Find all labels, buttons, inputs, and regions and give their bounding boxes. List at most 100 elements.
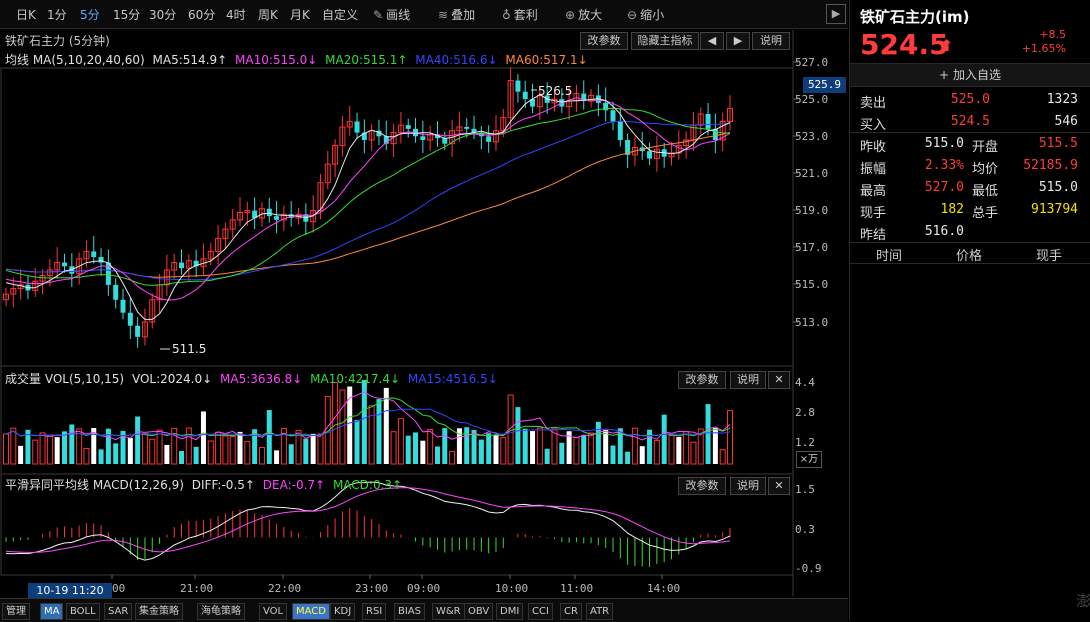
tab-wr[interactable]: W&R [432, 603, 465, 620]
stat-row-current-lots: 现手 182 总手 913794 [850, 199, 1090, 221]
volume-bar [683, 431, 690, 465]
y-tick-523: 523.0 [795, 130, 829, 143]
zoom-in-icon: ⊕ [565, 8, 576, 22]
volume-bar [229, 435, 236, 465]
volume-bar [244, 441, 251, 465]
arbitrage-tool[interactable]: ♁ 套利 [502, 6, 538, 23]
period-daily[interactable]: 日K [16, 6, 36, 23]
tab-cci[interactable]: CCI [528, 603, 553, 620]
time-label-2100: 21:00 [180, 582, 214, 595]
tab-obv[interactable]: OBV [464, 603, 494, 620]
volume-bar [274, 450, 280, 464]
volume-bar [83, 447, 90, 465]
volume-bar [127, 437, 133, 464]
period-4hour[interactable]: 4时 [226, 6, 246, 23]
volume-bar [113, 443, 119, 464]
zoom-out-tool[interactable]: ⊖ 缩小 [627, 6, 664, 23]
volume-close-button[interactable]: ✕ [768, 371, 790, 389]
vol-tick-1-2: 1.2 [795, 436, 815, 449]
stat-label: 总手 [972, 206, 999, 221]
volume-bar [719, 449, 726, 465]
stat-label: 均价 [972, 162, 999, 177]
macd-tick-0-3: 0.3 [795, 523, 815, 536]
tab-ma[interactable]: MA [40, 603, 64, 620]
tab-bias[interactable]: BIAS [394, 603, 425, 620]
time-cursor-label: 10-19 11:20 [28, 583, 112, 598]
tab-jijin-strategy[interactable]: 集金策略 [135, 603, 183, 620]
tab-turtle-strategy[interactable]: 海龟策略 [197, 603, 245, 620]
candle-body-down [647, 151, 653, 159]
kline-chart-area[interactable] [0, 30, 848, 596]
volume-bar [515, 407, 521, 464]
volume-bar [625, 451, 631, 464]
stat-row-amplitude: 振幅 2.33% 均价 52185.9 [850, 155, 1090, 177]
volume-bar [493, 434, 499, 464]
volume-bar [668, 434, 675, 465]
candle-body-down [120, 299, 126, 313]
tab-kdj[interactable]: KDJ [330, 603, 356, 620]
instrument-name: 铁矿石主力(im) [860, 8, 970, 26]
tab-rsi[interactable]: RSI [362, 603, 387, 620]
tab-boll[interactable]: BOLL [66, 603, 100, 620]
tab-manage[interactable]: 管理 [2, 603, 30, 620]
money-bag-icon: ♁ [502, 8, 511, 22]
volume-bar [405, 435, 411, 464]
volume-bar [98, 449, 104, 464]
high-price-label: 526.5 [538, 84, 573, 98]
candle-body-down [486, 136, 492, 142]
macd-edit-params-button[interactable]: 改参数 [678, 477, 726, 495]
draw-line-tool[interactable]: ✎ 画线 [373, 6, 410, 23]
volume-bar [69, 424, 75, 464]
last-price: 524.5 [860, 28, 949, 61]
volume-bar [588, 432, 595, 465]
macd-legend-title: 平滑异同平均线 MACD(12,26,9) [5, 478, 184, 492]
time-label-partial: 00 [112, 582, 126, 595]
overlay-tool[interactable]: ≋ 叠加 [438, 6, 475, 23]
volume-bar [3, 433, 9, 465]
volume-bar [215, 431, 222, 465]
zoom-in-tool[interactable]: ⊕ 放大 [565, 6, 602, 23]
vol-ma10-value: MA10:4217.4↓ [310, 372, 401, 386]
time-label-1100: 11:00 [560, 582, 594, 595]
volume-bar [390, 431, 397, 465]
tab-vol[interactable]: VOL [259, 603, 288, 620]
volume-bar [288, 444, 294, 464]
volume-bar [705, 404, 711, 464]
period-monthly[interactable]: 月K [290, 6, 310, 23]
period-15min[interactable]: 15分 [113, 6, 140, 23]
tab-sar[interactable]: SAR [104, 603, 133, 620]
chevron-right-icon[interactable]: ▶ [826, 4, 846, 24]
volume-bar [631, 427, 638, 465]
volume-bar [266, 410, 272, 464]
tab-macd[interactable]: MACD [292, 603, 330, 620]
volume-bar [207, 440, 214, 465]
stat-label: 开盘 [972, 140, 999, 155]
macd-value: MACD:0.3↑ [332, 478, 403, 492]
stat-row-high: 最高 527.0 最低 515.0 [850, 177, 1090, 199]
candle-body-down [617, 121, 623, 140]
buy-price: 524.5 [950, 114, 990, 129]
tab-atr[interactable]: ATR [586, 603, 614, 620]
period-60min[interactable]: 60分 [188, 6, 215, 23]
settle-value: 516.0 [924, 224, 964, 239]
tab-dmi[interactable]: DMI [496, 603, 524, 620]
candle-body-down [522, 91, 528, 100]
volume-bar [46, 434, 53, 465]
period-30min[interactable]: 30分 [149, 6, 176, 23]
layers-icon: ≋ [438, 8, 449, 22]
add-watchlist-button[interactable]: + 加入自选 [850, 63, 1090, 87]
stat-label: 现手 [860, 206, 887, 221]
period-weekly[interactable]: 周K [258, 6, 278, 23]
period-custom[interactable]: 自定义 [322, 6, 358, 23]
vol-value: VOL:2024.0↓ [131, 372, 213, 386]
volume-edit-params-button[interactable]: 改参数 [678, 371, 726, 389]
volume-bar [449, 450, 456, 465]
tab-cr[interactable]: CR [560, 603, 582, 620]
period-5min[interactable]: 5分 [80, 6, 100, 23]
period-1min[interactable]: 1分 [47, 6, 67, 23]
macd-close-button[interactable]: ✕ [768, 477, 790, 495]
volume-bar [661, 414, 667, 464]
macd-tick-1-5: 1.5 [795, 483, 815, 496]
volume-help-button[interactable]: 说明 [730, 371, 766, 389]
macd-help-button[interactable]: 说明 [730, 477, 766, 495]
